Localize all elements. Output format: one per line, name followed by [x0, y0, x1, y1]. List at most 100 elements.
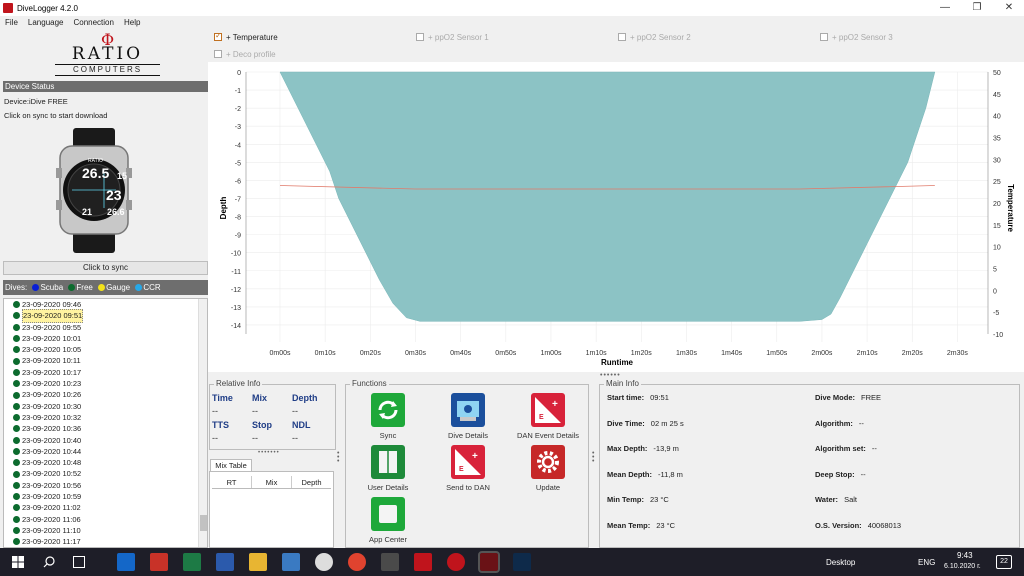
sync-function-button[interactable]: Sync	[353, 393, 423, 440]
free-dive-dot	[13, 459, 20, 467]
main-info-row: Mean Depth: -11,8 m	[607, 470, 683, 479]
desktop-label[interactable]: Desktop	[826, 558, 855, 567]
dive-list-item[interactable]: 23-09-2020 09:55	[4, 322, 207, 333]
ppo2-sensor-1-checkbox[interactable]: + ppO2 Sensor 1	[416, 33, 489, 42]
ratio-app-icon[interactable]	[447, 553, 465, 571]
dive-details-button[interactable]: Dive Details	[433, 393, 503, 440]
free-dive-dot	[13, 425, 20, 433]
word-icon[interactable]	[216, 553, 234, 571]
task-view-icon[interactable]	[73, 556, 85, 568]
file-explorer-icon[interactable]	[249, 553, 267, 571]
network-icon[interactable]	[282, 553, 300, 571]
main-info-key: Water:	[815, 495, 839, 504]
dive-list-item[interactable]: 23-09-2020 10:56	[4, 480, 207, 491]
dive-datetime: 23-09-2020 10:30	[22, 401, 82, 411]
dive-list-item[interactable]: 23-09-2020 11:10	[4, 525, 207, 536]
chrome-icon[interactable]	[348, 553, 366, 571]
svg-text:E: E	[459, 466, 464, 473]
dive-list-item[interactable]: 23-09-2020 10:26	[4, 389, 207, 400]
dive-list-item[interactable]: 23-09-2020 10:17	[4, 367, 207, 378]
clock-date[interactable]: 6.10.2020 г.	[944, 563, 981, 570]
dive-list-item[interactable]: 23-09-2020 10:30	[4, 401, 207, 412]
menu-file[interactable]: File	[0, 18, 23, 27]
y-tick-label: -11	[231, 269, 241, 276]
main-info-row: Min Temp: 23 °C	[607, 495, 669, 504]
dive-list-item[interactable]: 23-09-2020 10:23	[4, 378, 207, 389]
dive-list-item[interactable]: 23-09-2020 10:05	[4, 344, 207, 355]
ppo2-sensor-2-checkbox[interactable]: + ppO2 Sensor 2	[618, 33, 691, 42]
col-depth[interactable]: Depth	[292, 476, 331, 488]
dive-list-item[interactable]: 23-09-2020 10:36	[4, 423, 207, 434]
dive-list-item[interactable]: 23-09-2020 10:01	[4, 333, 207, 344]
send-to-dan-button[interactable]: E + Send to DAN	[433, 445, 503, 492]
ri-time-value: --	[212, 406, 218, 416]
user-details-button[interactable]: User Details	[353, 445, 423, 492]
main-info-key: Start time:	[607, 393, 645, 402]
splitter-handle-2[interactable]: •••••••	[258, 450, 280, 456]
dive-list-item[interactable]: 23-09-2020 10:48	[4, 457, 207, 468]
splitter-handle-4[interactable]: • • •	[592, 450, 594, 465]
app-center-button[interactable]: App Center	[353, 497, 423, 544]
sync-button[interactable]: Click to sync	[3, 261, 208, 275]
divelogger-taskbar-icon[interactable]	[478, 551, 500, 573]
clock-time[interactable]: 9:43	[957, 551, 973, 560]
col-rt[interactable]: RT	[212, 476, 252, 488]
dive-list-item[interactable]: 23-09-2020 11:06	[4, 514, 207, 525]
app-red-icon[interactable]	[150, 553, 168, 571]
main-info-value: --	[858, 418, 864, 428]
device-name: Device:iDive FREE	[4, 97, 68, 106]
col-mix[interactable]: Mix	[252, 476, 292, 488]
acrobat-icon[interactable]	[414, 553, 432, 571]
x-tick-label: 0m10s	[315, 350, 337, 357]
dive-list-item[interactable]: 23-09-2020 10:44	[4, 446, 207, 457]
notification-badge[interactable]: 22	[996, 555, 1012, 569]
ccr-dot	[135, 284, 143, 291]
close-button[interactable]: ✕	[994, 0, 1024, 16]
windows-start-icon[interactable]	[12, 556, 24, 568]
gauge-dot	[98, 284, 106, 291]
deco-profile-checkbox[interactable]: + Deco profile	[214, 50, 276, 59]
maximize-button[interactable]: ❐	[962, 0, 992, 16]
search-icon[interactable]	[43, 556, 55, 568]
dive-list-item[interactable]: 23-09-2020 10:32	[4, 412, 207, 423]
dive-list-item[interactable]: 23-09-2020 11:17	[4, 536, 207, 547]
dive-list-item[interactable]: 23-09-2020 10:11	[4, 355, 207, 366]
y-tick-label: -10	[231, 251, 241, 258]
outlook-icon[interactable]	[117, 553, 135, 571]
device-status-header: Device Status	[3, 81, 208, 92]
dive-list-item[interactable]: 23-09-2020 10:59	[4, 491, 207, 502]
dan-event-details-button[interactable]: E + DAN Event Details	[513, 393, 583, 440]
splitter-handle[interactable]: ••••••	[600, 372, 621, 379]
scrollbar-thumb[interactable]	[200, 515, 207, 531]
y2-tick-label: 5	[993, 267, 997, 274]
free-dive-dot	[13, 323, 20, 331]
legend-gauge: Gauge	[106, 283, 131, 292]
ppo2-sensor-3-checkbox[interactable]: + ppO2 Sensor 3	[820, 33, 893, 42]
menu-language[interactable]: Language	[23, 18, 69, 27]
language-indicator[interactable]: ENG	[918, 558, 935, 567]
splitter-handle-3[interactable]: • • •	[337, 450, 339, 465]
excel-icon[interactable]	[183, 553, 201, 571]
y2-axis-label: Temperature	[1006, 184, 1015, 232]
y-tick-label: -9	[235, 233, 241, 240]
dive-list-item[interactable]: 23-09-2020 11:02	[4, 502, 207, 513]
x-tick-label: 2m00s	[811, 350, 833, 357]
menu-help[interactable]: Help	[119, 18, 145, 27]
dive-list-item[interactable]: 23-09-2020 10:40	[4, 435, 207, 446]
dive-list-scrollbar[interactable]	[198, 299, 207, 547]
dan-event-icon: E +	[531, 393, 565, 427]
update-button[interactable]: Update	[513, 445, 583, 492]
app-dark-icon[interactable]	[381, 553, 399, 571]
dive-list[interactable]: 23-09-2020 09:46 23-09-2020 09:51 23-09-20…	[3, 298, 208, 548]
temperature-checkbox[interactable]: + Temperature	[214, 31, 278, 42]
watch-depth: 26.5	[82, 165, 110, 181]
y-tick-label: -5	[235, 160, 241, 167]
dive-list-item[interactable]: 23-09-2020 10:52	[4, 468, 207, 479]
app-gray-icon[interactable]	[315, 553, 333, 571]
minimize-button[interactable]: —	[930, 0, 960, 16]
free-dive-dot	[13, 301, 20, 309]
dive-profile-chart[interactable]: 0-1-2-3-4-5-6-7-8-9-10-11-12-13-14 50454…	[208, 62, 1024, 372]
menu-connection[interactable]: Connection	[68, 18, 118, 27]
photoshop-icon[interactable]	[513, 553, 531, 571]
dive-list-item[interactable]: 23-09-2020 09:51	[4, 309, 207, 323]
